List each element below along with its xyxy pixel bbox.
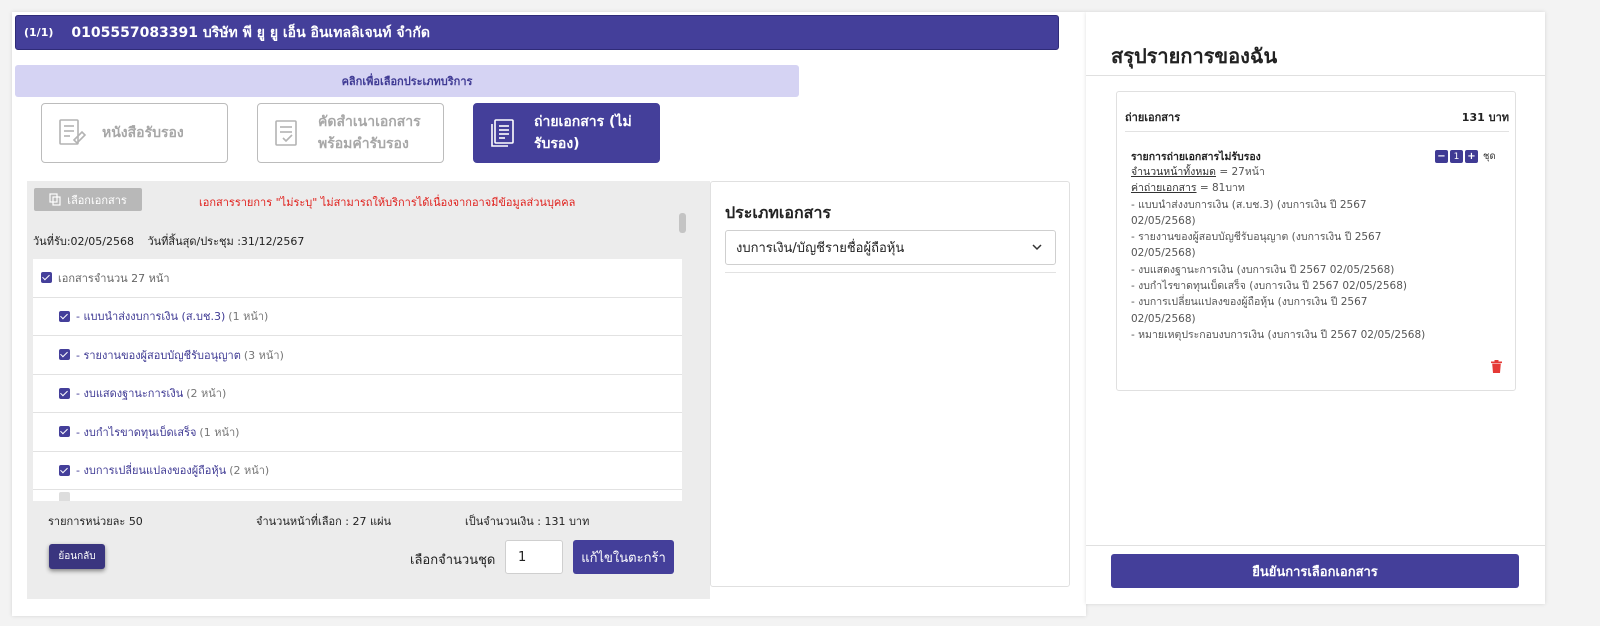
company-name: 0105557083391 บริษัท พี ยู ยู เอ็น อินเท… bbox=[71, 24, 430, 41]
document-name: - รายงานของผู้สอบบัญชีรับอนุญาต bbox=[76, 348, 241, 362]
divider bbox=[1086, 75, 1545, 76]
summary-card: สรุปรายการของฉัน ถ่ายเอกสาร 131 บาท รายก… bbox=[1086, 12, 1545, 604]
all-documents-label: เอกสารจำนวน 27 หน้า bbox=[58, 271, 170, 285]
scrollbar-thumb[interactable] bbox=[679, 213, 686, 233]
document-name: - งบการเปลี่ยนแปลงของผู้ถือหุ้น bbox=[76, 464, 227, 478]
checkbox-checked[interactable] bbox=[59, 464, 70, 476]
service-certificate-button[interactable]: หนังสือรับรอง bbox=[41, 103, 228, 163]
service-certified-copy-button[interactable]: คัดสำเนาเอกสาร พร้อมคำรับรอง bbox=[257, 103, 444, 163]
quantity-value: 1 bbox=[1450, 150, 1463, 163]
document-line: 02/05/2568) bbox=[1131, 214, 1196, 227]
document-type-selected: งบการเงิน/บัญชีรายชื่อผู้ถือหุ้น bbox=[736, 241, 905, 256]
cart-item-title: รายการถ่ายเอกสารไม่รับรอง bbox=[1131, 151, 1261, 163]
document-type-panel: ประเภทเอกสาร งบการเงิน/บัญชีรายชื่อผู้ถื… bbox=[710, 181, 1070, 587]
document-name: - แบบนำส่งงบการเงิน (ส.บช.3) bbox=[76, 310, 226, 324]
service-copy-uncertified-label: ถ่ายเอกสาร (ไม่ รับรอง) bbox=[534, 114, 632, 152]
fee-line: ค่าถ่ายเอกสาร = 81บาท bbox=[1131, 180, 1431, 196]
cart-section-name: ถ่ายเอกสาร bbox=[1125, 111, 1181, 124]
back-button[interactable]: ย้อนกลับ bbox=[49, 544, 105, 569]
company-count: (1/1) bbox=[24, 26, 54, 39]
checkbox-checked[interactable] bbox=[59, 426, 70, 438]
document-pages: (1 หน้า) bbox=[228, 310, 269, 324]
document-pages: (3 หน้า) bbox=[243, 348, 284, 362]
received-date: วันที่รับ:02/05/2568 bbox=[33, 235, 134, 248]
pages-selected: จำนวนหน้าที่เลือก : 27 แผ่น bbox=[256, 515, 392, 528]
document-type-title: ประเภทเอกสาร bbox=[725, 203, 832, 222]
checkbox-checked[interactable] bbox=[59, 310, 70, 322]
quantity-stepper: − 1 + ชุด bbox=[1435, 149, 1496, 164]
checkbox-checked[interactable] bbox=[59, 387, 70, 399]
document-name: - งบแสดงฐานะการเงิน bbox=[76, 387, 184, 401]
document-line: 02/05/2568) bbox=[1131, 312, 1196, 325]
service-certificate-label: หนังสือรับรอง bbox=[102, 125, 184, 141]
divider bbox=[725, 272, 1056, 273]
document-pages: (2 หน้า) bbox=[229, 464, 270, 478]
quantity-unit: ชุด bbox=[1483, 151, 1496, 162]
total-pages-line: จำนวนหน้าทั้งหมด = 27หน้า bbox=[1131, 164, 1431, 180]
chevron-down-icon bbox=[1032, 244, 1042, 251]
certificate-icon bbox=[59, 119, 87, 145]
list-item[interactable]: - งบแสดงฐานะการเงิน (2 หน้า) bbox=[33, 375, 682, 413]
sets-quantity-input[interactable] bbox=[505, 540, 563, 574]
document-line: - หมายเหตุประกอบงบการเงิน (งบการเงิน ปี … bbox=[1131, 328, 1426, 341]
divider bbox=[1125, 131, 1509, 132]
trash-icon[interactable] bbox=[1491, 360, 1502, 373]
total-amount: เป็นจำนวนเงิน : 131 บาท bbox=[465, 515, 590, 528]
document-type-select[interactable]: งบการเงิน/บัญชีรายชื่อผู้ถือหุ้น bbox=[725, 230, 1056, 265]
document-pages: (2 หน้า) bbox=[186, 387, 227, 401]
copy-icon bbox=[49, 193, 61, 206]
copy-document-icon bbox=[491, 119, 514, 147]
document-line: - งบกำไรขาดทุนเบ็ดเสร็จ (งบการเงิน ปี 25… bbox=[1131, 280, 1407, 293]
end-date: วันที่สิ้นสุด/ประชุม :31/12/2567 bbox=[147, 235, 305, 248]
list-item-all-documents[interactable]: เอกสารจำนวน 27 หน้า bbox=[33, 259, 682, 298]
document-dates: วันที่รับ:02/05/2568 วันที่สิ้นสุด/ประชุ… bbox=[33, 232, 314, 250]
list-item[interactable]: - แบบนำส่งงบการเงิน (ส.บช.3) (1 หน้า) bbox=[33, 298, 682, 336]
document-line: 02/05/2568) bbox=[1131, 247, 1196, 260]
confirm-selection-button[interactable]: ยืนยันการเลือกเอกสาร bbox=[1111, 554, 1519, 588]
list-item[interactable]: - รายงานของผู้สอบบัญชีรับอนุญาต (3 หน้า) bbox=[33, 336, 682, 375]
document-list-panel: เลือกเอกสาร เอกสารรายการ "ไม่ระบุ" ไม่สา… bbox=[27, 181, 710, 599]
total-pages-label: จำนวนหน้าทั้งหมด bbox=[1131, 166, 1217, 178]
checkbox[interactable] bbox=[59, 491, 70, 501]
fee-label: ค่าถ่ายเอกสาร bbox=[1131, 182, 1197, 195]
document-pages: (1 หน้า) bbox=[199, 425, 240, 439]
fee-value: = 81บาท bbox=[1196, 182, 1245, 195]
list-item[interactable]: - งบการเปลี่ยนแปลงของผู้ถือหุ้น (2 หน้า) bbox=[33, 452, 682, 490]
cart-section-price: 131 บาท bbox=[1461, 111, 1509, 124]
list-item[interactable]: - งบกำไรขาดทุนเบ็ดเสร็จ (1 หน้า) bbox=[33, 413, 682, 452]
decrease-button[interactable]: − bbox=[1435, 150, 1448, 163]
cart-item-details: จำนวนหน้าทั้งหมด = 27หน้า ค่าถ่ายเอกสาร … bbox=[1131, 164, 1431, 343]
increase-button[interactable]: + bbox=[1465, 150, 1478, 163]
company-header: (1/1) 0105557083391 บริษัท พี ยู ยู เอ็น… bbox=[15, 15, 1059, 50]
document-checklist: เอกสารจำนวน 27 หน้า - แบบนำส่งงบการเงิน … bbox=[33, 259, 682, 501]
sets-label: เลือกจำนวนชุด bbox=[410, 553, 496, 568]
document-line: - รายงานของผู้สอบบัญชีรับอนุญาต (งบการเง… bbox=[1131, 231, 1382, 244]
list-item-partial[interactable] bbox=[33, 490, 682, 501]
document-line: - แบบนำส่งงบการเงิน (ส.บช.3) (งบการเงิน … bbox=[1131, 198, 1367, 211]
checkbox-checked[interactable] bbox=[59, 349, 70, 361]
personal-data-warning: เอกสารรายการ "ไม่ระบุ" ไม่สามารถให้บริกา… bbox=[199, 196, 576, 209]
total-pages-value: = 27หน้า bbox=[1216, 166, 1265, 178]
service-copy-uncertified-button[interactable]: ถ่ายเอกสาร (ไม่ รับรอง) bbox=[473, 103, 660, 163]
service-type-hint: คลิกเพื่อเลือกประเภทบริการ bbox=[15, 65, 799, 97]
unit-price: รายการหน่วยละ 50 bbox=[48, 515, 143, 528]
certified-copy-icon bbox=[275, 120, 297, 146]
summary-title: สรุปรายการของฉัน bbox=[1111, 44, 1278, 68]
document-name: - งบกำไรขาดทุนเบ็ดเสร็จ bbox=[76, 425, 197, 439]
cart-section-header: ถ่ายเอกสาร 131 บาท bbox=[1125, 108, 1509, 126]
checkbox-checked[interactable] bbox=[41, 272, 52, 284]
select-documents-label: เลือกเอกสาร bbox=[67, 193, 127, 207]
select-documents-button[interactable]: เลือกเอกสาร bbox=[34, 188, 142, 211]
divider bbox=[1086, 545, 1545, 546]
document-line: - งบการเปลี่ยนแปลงของผู้ถือหุ้น (งบการเง… bbox=[1131, 296, 1368, 309]
service-certified-copy-label: คัดสำเนาเอกสาร พร้อมคำรับรอง bbox=[318, 114, 421, 152]
cart-item-box: ถ่ายเอกสาร 131 บาท รายการถ่ายเอกสารไม่รั… bbox=[1116, 91, 1516, 391]
edit-cart-button[interactable]: แก้ไขในตะกร้า bbox=[573, 540, 674, 574]
document-line: - งบแสดงฐานะการเงิน (งบการเงิน ปี 2567 0… bbox=[1131, 263, 1395, 276]
